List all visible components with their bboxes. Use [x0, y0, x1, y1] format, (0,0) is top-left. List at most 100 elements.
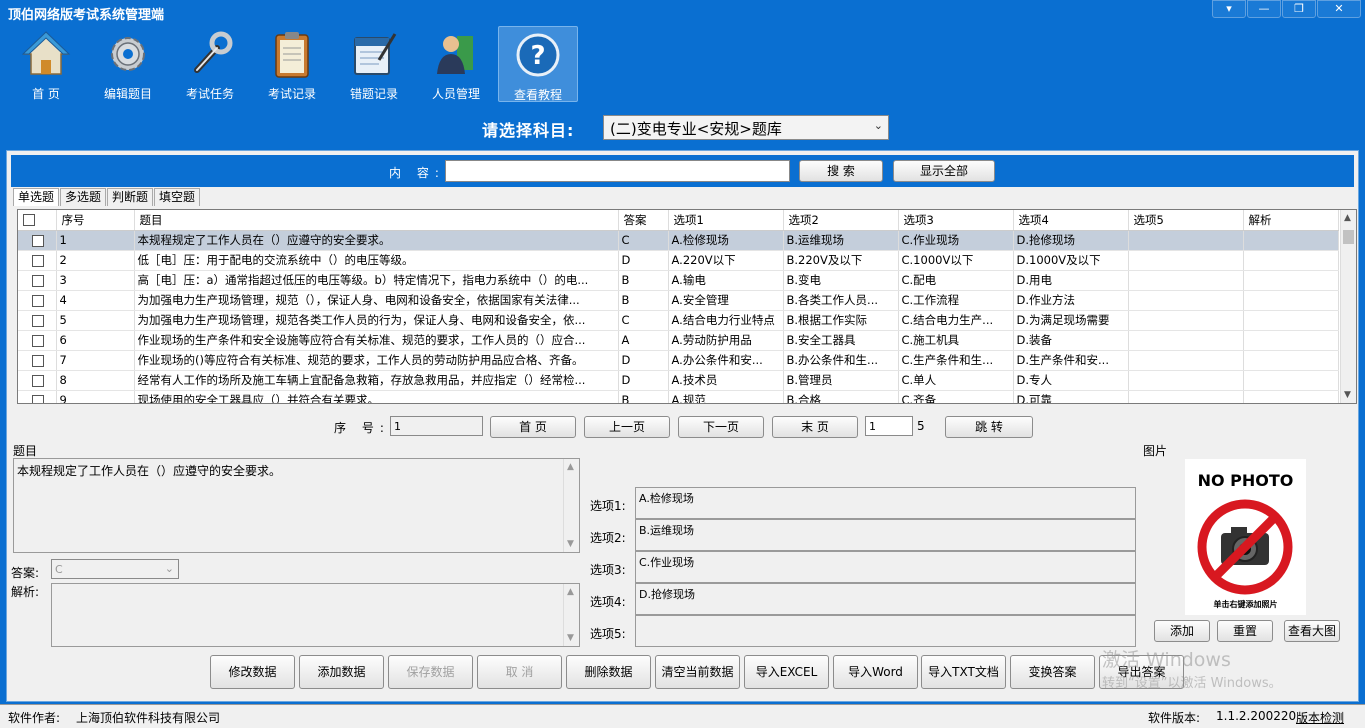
cell-answer[interactable]: B: [618, 270, 669, 291]
clear-current-data-button[interactable]: 清空当前数据: [655, 655, 740, 689]
cancel-button[interactable]: 取 消: [477, 655, 562, 689]
minimize-button[interactable]: —: [1247, 0, 1281, 18]
close-button[interactable]: ✕: [1317, 0, 1361, 18]
option2-field[interactable]: B.运维现场: [635, 519, 1136, 551]
cell-no[interactable]: 9: [56, 390, 135, 403]
cell-option1[interactable]: A.办公条件和安...: [668, 350, 784, 371]
photo-add-button[interactable]: 添加: [1154, 620, 1210, 642]
cell-answer[interactable]: D: [618, 370, 669, 391]
cell-option5[interactable]: [1128, 250, 1244, 271]
table-row[interactable]: 1 本规程规定了工作人员在（）应遵守的安全要求。 C A.检修现场 B.运维现场 C.作业…: [18, 230, 1339, 251]
cell-no[interactable]: 2: [56, 250, 135, 271]
cell-question[interactable]: 高［电］压：a）通常指超过低压的电压等级。b）特定情况下，指电力系统中（）的电.…: [134, 270, 619, 291]
import-word-button[interactable]: 导入Word: [833, 655, 918, 689]
col-header-option3[interactable]: 选项3: [898, 210, 1014, 231]
cell-answer[interactable]: C: [618, 230, 669, 251]
delete-data-button[interactable]: 删除数据: [566, 655, 651, 689]
table-row[interactable]: 3 高［电］压：a）通常指超过低压的电压等级。b）特定情况下，指电力系统中（）的电…: [18, 270, 1339, 291]
cell-option3[interactable]: C.配电: [898, 270, 1014, 291]
cell-question[interactable]: 为加强电力生产现场管理，规范（），保证人身、电网和设备安全，依据国家有关法律..…: [134, 290, 619, 311]
photo-reset-button[interactable]: 重置: [1217, 620, 1273, 642]
photo-view-button[interactable]: 查看大图: [1284, 620, 1340, 642]
row-checkbox[interactable]: [18, 230, 57, 251]
cell-answer[interactable]: B: [618, 390, 669, 403]
cell-option4[interactable]: D.专人: [1013, 370, 1129, 391]
cell-option5[interactable]: [1128, 350, 1244, 371]
option1-field[interactable]: A.检修现场: [635, 487, 1136, 519]
cell-analysis[interactable]: [1243, 370, 1339, 391]
current-index-field[interactable]: 1: [390, 416, 483, 436]
search-button[interactable]: 搜 索: [799, 160, 883, 182]
row-checkbox[interactable]: [18, 290, 57, 311]
cell-analysis[interactable]: [1243, 290, 1339, 311]
cell-question[interactable]: 低［电］压：用于配电的交流系统中（）的电压等级。: [134, 250, 619, 271]
answer-select[interactable]: C ⌄: [51, 559, 179, 579]
cell-option5[interactable]: [1128, 270, 1244, 291]
cell-option3[interactable]: C.生产条件和生...: [898, 350, 1014, 371]
tab-fill-blank[interactable]: 填空题: [154, 188, 201, 206]
toolbar-wrong-records[interactable]: 错题记录: [334, 26, 414, 102]
cell-option5[interactable]: [1128, 330, 1244, 351]
subject-select[interactable]: (二)变电专业<安规>题库 ⌄: [603, 115, 889, 140]
cell-answer[interactable]: D: [618, 250, 669, 271]
next-page-button[interactable]: 下一页: [678, 416, 764, 438]
table-row[interactable]: 7 作业现场的()等应符合有关标准、规范的要求，工作人员的劳动防护用品应合格、齐备…: [18, 350, 1339, 371]
option3-field[interactable]: C.作业现场: [635, 551, 1136, 583]
cell-option1[interactable]: A.检修现场: [668, 230, 784, 251]
cell-option4[interactable]: D.作业方法: [1013, 290, 1129, 311]
cell-option3[interactable]: C.作业现场: [898, 230, 1014, 251]
scroll-down-icon[interactable]: ▼: [1344, 390, 1351, 400]
version-check-link[interactable]: 版本检测: [1296, 709, 1344, 726]
cell-question[interactable]: 作业现场的()等应符合有关标准、规范的要求，工作人员的劳动防护用品应合格、齐备。: [134, 350, 619, 371]
cell-option2[interactable]: B.220V及以下: [783, 250, 899, 271]
cell-option4[interactable]: D.可靠: [1013, 390, 1129, 403]
cell-analysis[interactable]: [1243, 270, 1339, 291]
toolbar-exam-records[interactable]: 考试记录: [252, 26, 332, 102]
cell-question[interactable]: 现场使用的安全工器具应（）并符合有关要求。: [134, 390, 619, 403]
cell-question[interactable]: 作业现场的生产条件和安全设施等应符合有关标准、规范的要求，工作人员的（）应合..…: [134, 330, 619, 351]
table-row[interactable]: 5 为加强电力生产现场管理，规范各类工作人员的行为，保证人身、电网和设备安全，依.…: [18, 310, 1339, 331]
row-checkbox[interactable]: [18, 330, 57, 351]
tab-true-false[interactable]: 判断题: [107, 188, 154, 206]
analysis-scrollbar[interactable]: ▲ ▼: [563, 584, 579, 646]
search-input[interactable]: [445, 160, 790, 182]
cell-option1[interactable]: A.220V以下: [668, 250, 784, 271]
table-row[interactable]: 6 作业现场的生产条件和安全设施等应符合有关标准、规范的要求，工作人员的（）应合.…: [18, 330, 1339, 351]
cell-option2[interactable]: B.根据工作实际: [783, 310, 899, 331]
cell-option1[interactable]: A.技术员: [668, 370, 784, 391]
show-all-button[interactable]: 显示全部: [893, 160, 995, 182]
cell-option2[interactable]: B.安全工器具: [783, 330, 899, 351]
modify-data-button[interactable]: 修改数据: [210, 655, 295, 689]
table-row[interactable]: 4 为加强电力生产现场管理，规范（），保证人身、电网和设备安全，依据国家有关法律.…: [18, 290, 1339, 311]
toolbar-personnel[interactable]: 人员管理: [416, 26, 496, 102]
cell-question[interactable]: 经常有人工作的场所及施工车辆上宜配备急救箱，存放急救用品，并应指定（）经常检..…: [134, 370, 619, 391]
tab-multiple-choice[interactable]: 多选题: [60, 188, 107, 206]
grid-scroll-thumb[interactable]: [1343, 230, 1354, 244]
jump-page-input[interactable]: 1: [865, 416, 913, 436]
row-checkbox[interactable]: [18, 250, 57, 271]
select-all-checkbox[interactable]: [18, 210, 57, 231]
table-row[interactable]: 8 经常有人工作的场所及施工车辆上宜配备急救箱，存放急救用品，并应指定（）经常检.…: [18, 370, 1339, 391]
cell-option3[interactable]: C.工作流程: [898, 290, 1014, 311]
col-header-option1[interactable]: 选项1: [668, 210, 784, 231]
import-excel-button[interactable]: 导入EXCEL: [744, 655, 829, 689]
cell-option4[interactable]: D.装备: [1013, 330, 1129, 351]
import-txt-button[interactable]: 导入TXT文档: [921, 655, 1006, 689]
row-checkbox[interactable]: [18, 350, 57, 371]
first-page-button[interactable]: 首 页: [490, 416, 576, 438]
cell-option2[interactable]: B.变电: [783, 270, 899, 291]
option4-field[interactable]: D.抢修现场: [635, 583, 1136, 615]
row-checkbox[interactable]: [18, 270, 57, 291]
cell-option5[interactable]: [1128, 310, 1244, 331]
question-textarea[interactable]: 本规程规定了工作人员在（）应遵守的安全要求。 ▲ ▼: [13, 458, 580, 553]
toolbar-tutorial[interactable]: ? 查看教程: [498, 26, 578, 102]
cell-option2[interactable]: B.管理员: [783, 370, 899, 391]
cell-analysis[interactable]: [1243, 390, 1339, 403]
transform-answer-button[interactable]: 变换答案: [1010, 655, 1095, 689]
cell-option3[interactable]: C.施工机具: [898, 330, 1014, 351]
cell-option3[interactable]: C.齐备: [898, 390, 1014, 403]
row-checkbox[interactable]: [18, 310, 57, 331]
cell-no[interactable]: 3: [56, 270, 135, 291]
col-header-option4[interactable]: 选项4: [1013, 210, 1129, 231]
row-checkbox[interactable]: [18, 390, 57, 403]
